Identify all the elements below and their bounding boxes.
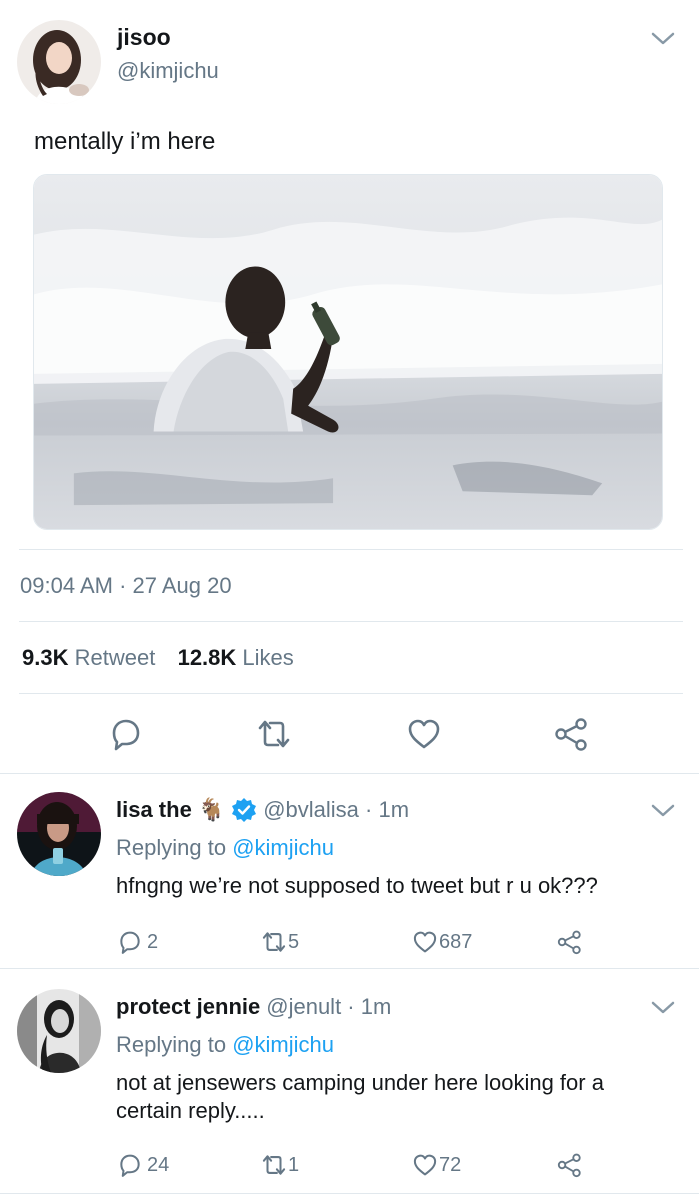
like-count: 687 (439, 930, 473, 953)
avatar[interactable] (17, 989, 101, 1073)
reply-count: 2 (147, 930, 159, 953)
reply-icon (120, 931, 140, 954)
retweet-icon[interactable] (256, 716, 292, 752)
replying-to: Replying to @kimjichu (116, 835, 334, 861)
retweets-label[interactable]: Retweet (75, 645, 156, 670)
reply-count: 24 (147, 1153, 170, 1176)
likes-count[interactable]: 12.8K (178, 645, 237, 670)
divider (19, 693, 683, 694)
like-count: 72 (439, 1153, 462, 1176)
display-name[interactable]: lisa the (116, 797, 192, 823)
divider (19, 621, 683, 622)
tweet-text: mentally i’m here (34, 128, 216, 155)
reply-text: not at jensewers camping under here look… (116, 1070, 604, 1123)
share-icon[interactable] (554, 716, 590, 752)
heart-icon (413, 931, 437, 953)
replying-prefix: Replying to (116, 1032, 227, 1057)
tweet-stats: 9.3K Retweet 12.8K Likes (22, 645, 294, 671)
retweet-icon (262, 1155, 286, 1175)
user-handle[interactable]: @kimjichu (117, 58, 219, 84)
divider (0, 1193, 699, 1194)
reply-icon (120, 1154, 140, 1177)
like-button[interactable]: 687 (412, 929, 472, 955)
avatar[interactable] (17, 20, 101, 104)
chevron-down-icon[interactable] (650, 30, 676, 48)
divider (0, 968, 699, 969)
share-icon (557, 1153, 581, 1178)
share-button[interactable] (557, 1152, 583, 1178)
likes-label[interactable]: Likes (242, 645, 293, 670)
display-name[interactable]: protect jennie (116, 994, 260, 1020)
retweet-button[interactable]: 5 (261, 929, 299, 955)
timestamp[interactable]: 09:04 AM · 27 Aug 20 (20, 573, 232, 599)
reply-icon[interactable] (108, 716, 144, 752)
reply-text: hfngng we’re not supposed to tweet but r… (116, 873, 598, 898)
display-name[interactable]: jisoo (117, 24, 171, 51)
mention-link[interactable]: @kimjichu (232, 1032, 334, 1057)
avatar[interactable] (17, 792, 101, 876)
chevron-down-icon[interactable] (650, 999, 676, 1017)
retweet-count: 1 (288, 1153, 300, 1176)
mention-link[interactable]: @kimjichu (232, 835, 334, 860)
reply-header: protect jennie @jenult · 1m (116, 994, 391, 1020)
heart-icon[interactable] (406, 716, 442, 752)
reply-button[interactable]: 24 (117, 1152, 169, 1178)
retweets-count[interactable]: 9.3K (22, 645, 68, 670)
main-tweet: jisoo @kimjichu mentally i’m here 09:04 … (0, 0, 699, 775)
heart-icon (413, 1154, 437, 1176)
goat-emoji: 🐐 (197, 797, 226, 822)
retweet-count: 5 (288, 930, 300, 953)
user-handle[interactable]: @jenult · 1m (266, 994, 391, 1020)
divider (19, 549, 683, 550)
like-button[interactable]: 72 (412, 1152, 461, 1178)
user-handle[interactable]: @bvlalisa · 1m (263, 797, 409, 823)
verified-badge-icon (231, 797, 257, 823)
reply-header: lisa the 🐐 @bvlalisa · 1m (116, 797, 409, 823)
reply-button[interactable]: 2 (117, 929, 158, 955)
share-icon (557, 930, 581, 955)
tweet-image[interactable] (33, 174, 663, 530)
retweet-icon (262, 932, 286, 952)
chevron-down-icon[interactable] (650, 802, 676, 820)
replying-prefix: Replying to (116, 835, 227, 860)
retweet-button[interactable]: 1 (261, 1152, 299, 1178)
divider (0, 773, 699, 774)
share-button[interactable] (557, 929, 583, 955)
replying-to: Replying to @kimjichu (116, 1032, 334, 1058)
